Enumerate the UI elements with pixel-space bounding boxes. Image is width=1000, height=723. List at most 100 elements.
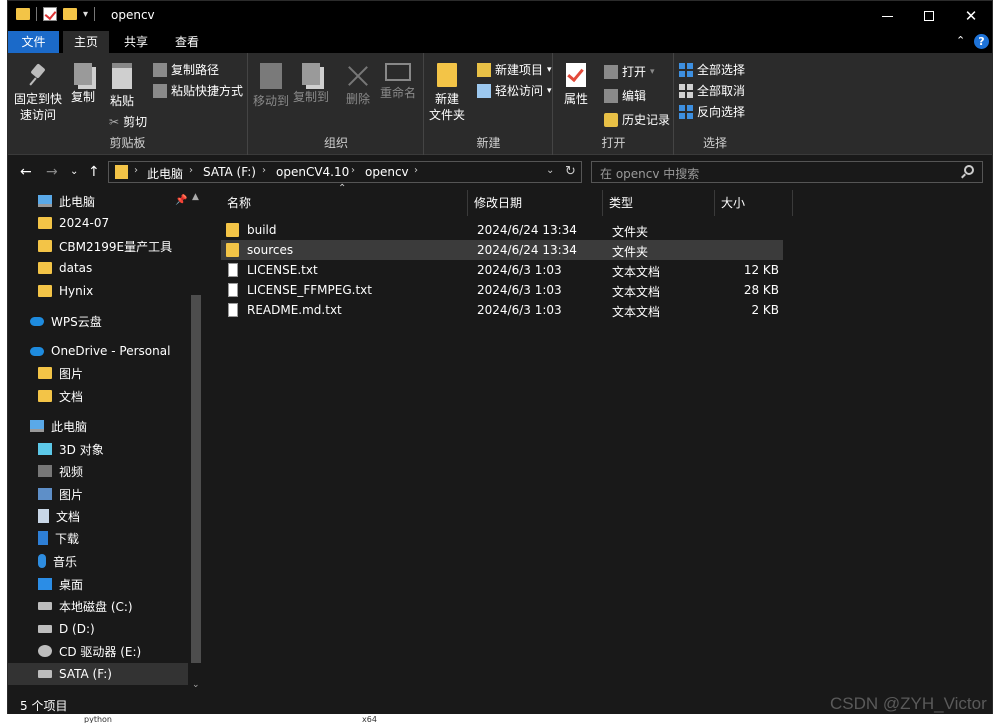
folder-icon <box>226 243 239 257</box>
delete-button[interactable]: 删除 <box>345 63 371 107</box>
breadcrumb-separator-icon[interactable]: › <box>189 165 193 176</box>
tab-file[interactable]: 文件 <box>8 31 59 53</box>
search-icon[interactable] <box>964 165 974 175</box>
cut-button[interactable]: ✂ 剪切 <box>109 113 147 130</box>
tab-view[interactable]: 查看 <box>163 31 211 53</box>
breadcrumb-item[interactable]: opencv <box>365 165 409 179</box>
up-arrow-icon[interactable]: ↑ <box>88 164 100 180</box>
copy-path-label: 复制路径 <box>171 63 220 77</box>
column-header-type[interactable]: 类型 <box>603 190 715 216</box>
tab-share[interactable]: 共享 <box>112 31 160 53</box>
customize-toolbar-chevron-icon[interactable]: ▾ <box>83 9 88 20</box>
sidebar-item[interactable]: Hynix <box>8 280 188 302</box>
sidebar-item[interactable]: 此电脑 <box>8 190 188 212</box>
select-none-button[interactable]: 全部取消 <box>679 82 745 99</box>
breadcrumb-item[interactable]: openCV4.10 <box>276 165 349 179</box>
refresh-icon[interactable]: ↻ <box>565 164 576 179</box>
sidebar-item[interactable]: 图片 <box>8 483 188 505</box>
background-text: python <box>84 715 112 723</box>
invert-selection-button[interactable]: 反向选择 <box>679 103 745 120</box>
scrollbar-thumb[interactable] <box>191 295 201 663</box>
breadcrumb-separator-icon[interactable]: › <box>134 165 138 176</box>
invert-selection-icon <box>679 104 693 119</box>
sidebar-item[interactable]: 2024-07 <box>8 212 188 234</box>
sidebar-item[interactable]: SATA (F:) <box>8 663 188 685</box>
tab-home[interactable]: 主页 <box>63 31 109 53</box>
close-button[interactable]: ✕ <box>948 1 994 31</box>
open-button[interactable]: 打开 ▾ <box>604 63 655 80</box>
paste-button[interactable]: 粘贴 <box>107 63 137 109</box>
sidebar-item[interactable]: 音乐 <box>8 550 188 572</box>
breadcrumb-separator-icon[interactable]: › <box>262 165 266 176</box>
sidebar-item[interactable]: 本地磁盘 (C:) <box>8 595 188 617</box>
sidebar-item[interactable]: 视频 <box>8 460 188 482</box>
scroll-up-icon[interactable]: ▲ <box>192 192 199 202</box>
new-folder-button[interactable]: 新建 文件夹 <box>429 63 465 123</box>
properties-button[interactable]: 属性 <box>562 63 590 107</box>
sidebar-item[interactable]: 此电脑 <box>8 415 188 437</box>
history-button[interactable]: 历史记录 <box>604 111 670 128</box>
sidebar-item[interactable]: datas <box>8 257 188 279</box>
sidebar-item[interactable]: 桌面 <box>8 573 188 595</box>
column-header-size[interactable]: 大小 <box>715 190 793 216</box>
search-input[interactable]: 在 opencv 中搜索 <box>591 161 983 183</box>
sidebar-item[interactable]: 文档 <box>8 505 188 527</box>
column-header-modified[interactable]: 修改日期 <box>468 190 603 216</box>
paste-shortcut-button[interactable]: 粘贴快捷方式 <box>153 82 243 99</box>
back-arrow-icon[interactable]: ← <box>20 164 32 180</box>
new-folder-icon[interactable] <box>63 8 77 20</box>
sidebar-item[interactable]: CD 驱动器 (E:) <box>8 640 188 662</box>
copy-button[interactable]: 复制 <box>68 63 98 105</box>
navigation-scrollbar[interactable]: ▲ ⌄ <box>188 190 204 693</box>
edit-icon <box>604 88 618 103</box>
organize-group-label: 组织 <box>323 136 348 150</box>
move-to-button[interactable]: 移动到 <box>253 63 289 109</box>
address-bar[interactable]: › 此电脑 › SATA (F:) › openCV4.10 › opencv … <box>108 161 582 183</box>
scroll-down-icon[interactable]: ⌄ <box>192 680 200 690</box>
edit-button[interactable]: 编辑 <box>604 87 646 104</box>
properties-icon[interactable] <box>43 7 57 21</box>
file-row[interactable]: LICENSE.txt 2024/6/3 1:03 文本文档 12 KB <box>221 260 783 280</box>
disk-icon <box>38 625 52 633</box>
file-row[interactable]: build 2024/6/24 13:34 文件夹 <box>221 220 783 240</box>
copy-path-button[interactable]: 复制路径 <box>153 61 219 78</box>
ribbon: 固定到快 速访问 复制 粘贴 复制路径 粘贴快捷方式 ✂ 剪切 剪贴板 移动到 … <box>8 53 992 155</box>
sidebar-item[interactable]: 图片 <box>8 362 188 384</box>
copy-to-button[interactable]: 复制到 <box>293 63 329 105</box>
select-all-button[interactable]: 全部选择 <box>679 61 745 78</box>
sidebar-item[interactable]: CBM2199E量产工具 <box>8 235 188 257</box>
file-row[interactable]: sources 2024/6/24 13:34 文件夹 <box>221 240 783 260</box>
edit-label: 编辑 <box>622 89 647 103</box>
help-icon[interactable]: ? <box>974 34 989 49</box>
collapse-ribbon-chevron-icon[interactable]: ⌃ <box>956 34 965 47</box>
pin-to-quick-access-button[interactable]: 固定到快 速访问 <box>14 63 62 123</box>
file-modified: 2024/6/3 1:03 <box>477 263 562 277</box>
breadcrumb-separator-icon[interactable]: › <box>351 165 355 176</box>
new-item-button[interactable]: 新建项目 ▾ <box>477 61 552 78</box>
sidebar-item[interactable]: 3D 对象 <box>8 438 188 460</box>
file-row[interactable]: LICENSE_FFMPEG.txt 2024/6/3 1:03 文本文档 28 KB <box>221 280 783 300</box>
sidebar-item[interactable]: OneDrive - Personal <box>8 340 188 362</box>
minimize-icon <box>881 15 893 17</box>
address-dropdown-chevron-icon[interactable]: ⌄ <box>546 165 554 176</box>
easy-access-button[interactable]: 轻松访问 ▾ <box>477 82 552 99</box>
column-header-name[interactable]: 名称 <box>221 190 468 216</box>
rename-button[interactable]: 重命名 <box>379 63 417 101</box>
clipboard-group-label: 剪贴板 <box>109 136 146 150</box>
sidebar-item[interactable]: 文档 <box>8 385 188 407</box>
breadcrumb-item[interactable]: 此电脑 <box>147 165 183 182</box>
maximize-button[interactable] <box>906 1 952 31</box>
minimize-button[interactable] <box>864 1 910 31</box>
sidebar-item[interactable]: 下载 <box>8 527 188 549</box>
breadcrumb-item[interactable]: SATA (F:) <box>203 165 256 179</box>
title-bar: ▾ opencv ✕ <box>8 1 992 31</box>
forward-arrow-icon[interactable]: → <box>46 164 58 180</box>
recent-locations-chevron-icon[interactable]: ⌄ <box>70 166 78 177</box>
file-name: sources <box>247 243 294 257</box>
file-row[interactable]: README.md.txt 2024/6/3 1:03 文本文档 2 KB <box>221 300 783 320</box>
move-to-label: 移动到 <box>253 94 290 108</box>
sidebar-item[interactable]: WPS云盘 <box>8 310 188 332</box>
sidebar-item[interactable]: D (D:) <box>8 618 188 640</box>
group-new: 新建 文件夹 新建项目 ▾ 轻松访问 ▾ 新建 <box>425 53 553 155</box>
breadcrumb-separator-icon[interactable]: › <box>414 165 418 176</box>
